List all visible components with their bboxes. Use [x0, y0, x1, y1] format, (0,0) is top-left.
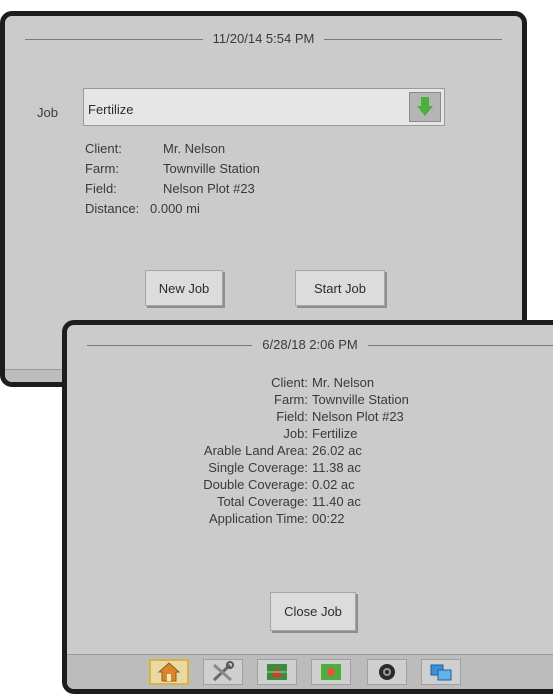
toolbar-tools-button[interactable]	[203, 659, 243, 685]
green-down-arrow-icon	[417, 97, 433, 116]
data-transfer-icon	[430, 664, 452, 681]
job-summary-screen: 6/28/18 2:06 PM Client: Mr. Nelson Farm:…	[62, 320, 553, 694]
job-dropdown-button[interactable]	[409, 92, 441, 122]
camera-icon	[379, 664, 395, 680]
close-job-button[interactable]: Close Job	[270, 592, 356, 631]
bottom-toolbar	[67, 654, 553, 689]
header-datetime: 6/28/18 2:06 PM	[67, 337, 553, 352]
start-job-button[interactable]: Start Job	[295, 270, 385, 306]
new-job-button[interactable]: New Job	[145, 270, 223, 306]
summary-row: Arable Land Area:	[203, 443, 308, 458]
summary-row: Client:	[271, 375, 308, 390]
summary-row: Total Coverage:	[216, 494, 308, 509]
tools-icon	[212, 661, 234, 682]
header-datetime: 11/20/14 5:54 PM	[5, 31, 522, 46]
job-select[interactable]: Fertilize	[83, 88, 445, 126]
toolbar-vehicle-view-button[interactable]	[257, 659, 297, 685]
summary-row: Farm:	[274, 392, 308, 407]
toolbar-data-transfer-button[interactable]	[421, 659, 461, 685]
field-map-icon	[321, 664, 341, 680]
home-icon	[157, 662, 181, 682]
job-label: Job	[37, 105, 58, 120]
summary-row: Application Time:	[209, 511, 308, 526]
summary-row: Double Coverage:	[203, 477, 308, 492]
summary-row: Field:	[276, 409, 308, 424]
summary-row: Job:	[283, 426, 308, 441]
summary-row: Single Coverage:	[208, 460, 308, 475]
vehicle-view-icon	[267, 664, 287, 680]
toolbar-camera-button[interactable]	[367, 659, 407, 685]
toolbar-home-button[interactable]	[149, 659, 189, 685]
toolbar-field-map-button[interactable]	[311, 659, 351, 685]
job-select-value: Fertilize	[88, 102, 134, 117]
